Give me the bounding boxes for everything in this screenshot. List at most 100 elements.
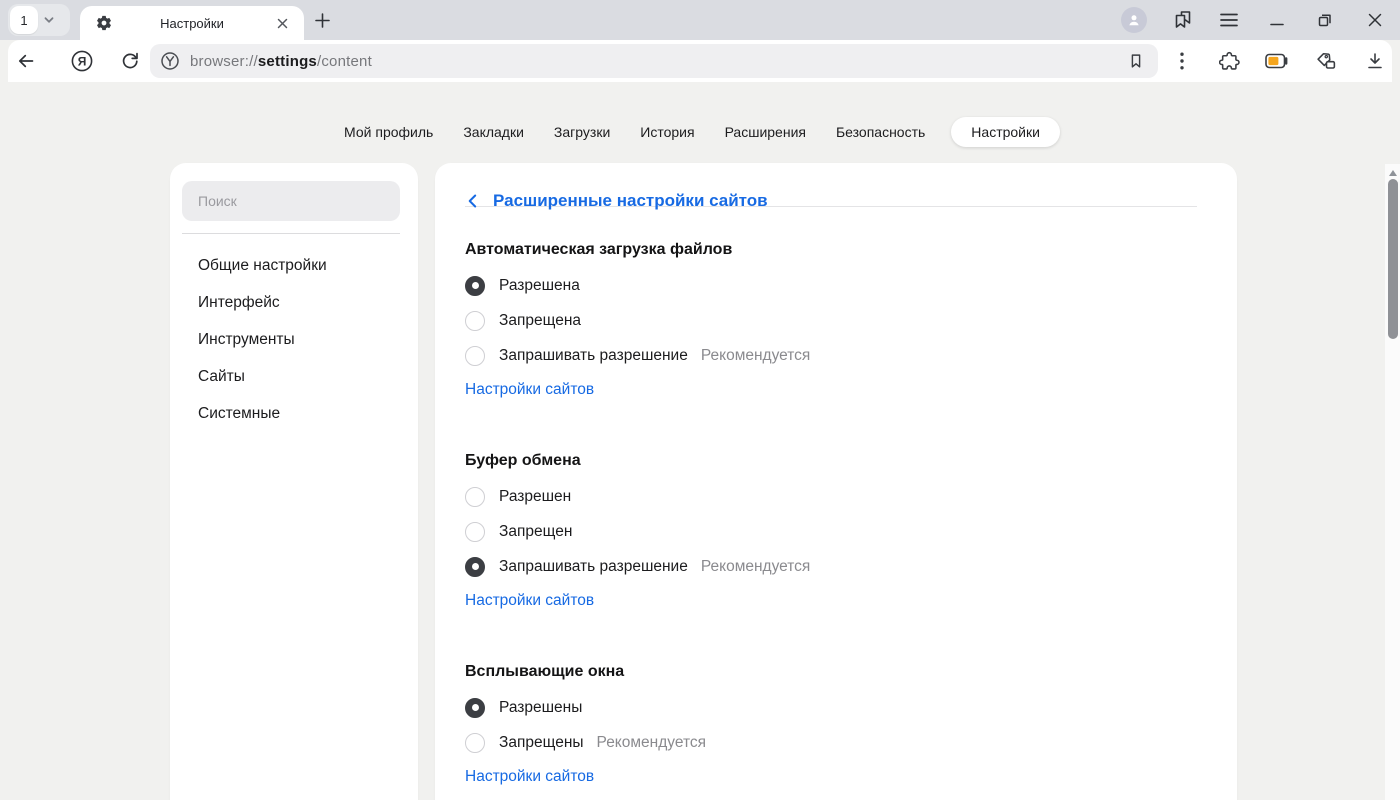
radio-selected-icon[interactable]: [465, 557, 485, 577]
sidebar-item-tools[interactable]: Инструменты: [198, 321, 418, 358]
nav-tab-extensions[interactable]: Расширения: [721, 117, 810, 147]
nav-tab-history[interactable]: История: [636, 117, 698, 147]
url-path: /content: [317, 53, 372, 70]
downloads-button[interactable]: [1361, 47, 1389, 75]
tab-close-button[interactable]: [272, 13, 292, 33]
address-bar[interactable]: browser://settings/content: [150, 44, 1158, 78]
radio-group: Разрешены Запрещены Рекомендуется: [465, 690, 1197, 760]
settings-nav: Мой профиль Закладки Загрузки История Ра…: [0, 117, 1400, 147]
page-scrollbar[interactable]: [1385, 164, 1400, 800]
sidebar-item-interface[interactable]: Интерфейс: [198, 284, 418, 321]
recommended-badge: Рекомендуется: [701, 558, 810, 576]
nav-tab-bookmarks[interactable]: Закладки: [459, 117, 528, 147]
nav-tab-security[interactable]: Безопасность: [832, 117, 929, 147]
section-title: Всплывающие окна: [465, 661, 1197, 683]
radio-unselected-icon[interactable]: [465, 733, 485, 753]
page-title[interactable]: Расширенные настройки сайтов: [493, 191, 768, 211]
radio-unselected-icon[interactable]: [465, 346, 485, 366]
url-host: settings: [258, 53, 317, 70]
radio-label: Запрещен: [499, 523, 572, 541]
radio-option[interactable]: Запрещены Рекомендуется: [465, 725, 1197, 760]
site-settings-link[interactable]: Настройки сайтов: [465, 380, 594, 400]
settings-sidebar: Общие настройки Интерфейс Инструменты Са…: [170, 163, 418, 800]
page-actions-button[interactable]: [1168, 47, 1196, 75]
back-button[interactable]: [12, 47, 40, 75]
tab-title: Настройки: [112, 16, 272, 31]
yandex-home-button[interactable]: Я: [68, 47, 96, 75]
chevron-down-icon: [41, 12, 57, 28]
extensions-button[interactable]: [1215, 47, 1243, 75]
radio-unselected-icon[interactable]: [465, 311, 485, 331]
nav-tab-profile[interactable]: Мой профиль: [340, 117, 437, 147]
nav-tab-settings[interactable]: Настройки: [951, 117, 1060, 147]
wallet-button[interactable]: [1312, 47, 1340, 75]
title-bar: 1 Настройки: [0, 0, 1400, 40]
radio-label: Запрашивать разрешение: [499, 558, 688, 576]
radio-option[interactable]: Запрещен: [465, 514, 1197, 549]
refresh-button[interactable]: [116, 47, 144, 75]
collections-button[interactable]: [1168, 6, 1196, 34]
section-auto-download: Автоматическая загрузка файлов Разрешена…: [465, 239, 1197, 400]
tab-counter-group: 1: [8, 4, 70, 36]
radio-group: Разрешена Запрещена Запрашивать разрешен…: [465, 268, 1197, 373]
tab-list-chevron-button[interactable]: [41, 12, 57, 28]
sidebar-item-sites[interactable]: Сайты: [198, 358, 418, 395]
chevron-left-icon: [465, 193, 481, 209]
gear-icon: [96, 15, 112, 31]
site-settings-link[interactable]: Настройки сайтов: [465, 767, 594, 787]
url-scheme: browser://: [190, 53, 258, 70]
radio-unselected-icon[interactable]: [465, 487, 485, 507]
add-bookmark-button[interactable]: [1122, 47, 1150, 75]
radio-selected-icon[interactable]: [465, 698, 485, 718]
radio-option[interactable]: Разрешен: [465, 479, 1197, 514]
browser-tab-settings[interactable]: Настройки: [80, 6, 304, 40]
settings-page: Мой профиль Закладки Загрузки История Ра…: [0, 82, 1400, 800]
settings-main-panel: Расширенные настройки сайтов Автоматичес…: [435, 163, 1237, 800]
section-popups: Всплывающие окна Разрешены Запрещены Рек…: [465, 661, 1197, 787]
battery-saver-button[interactable]: [1263, 47, 1291, 75]
tab-counter-value: 1: [20, 13, 27, 28]
radio-option[interactable]: Разрешены: [465, 690, 1197, 725]
navigation-toolbar: Я browser://settings/content: [8, 40, 1392, 82]
radio-label: Запрещены: [499, 734, 584, 752]
recommended-badge: Рекомендуется: [701, 347, 810, 365]
section-title: Автоматическая загрузка файлов: [465, 239, 1197, 261]
close-window-button[interactable]: [1361, 6, 1389, 34]
search-input[interactable]: [182, 181, 400, 221]
radio-label: Запрещена: [499, 312, 581, 330]
refresh-icon: [120, 51, 140, 71]
bookmarks-icon: [1171, 9, 1193, 31]
site-identity-icon[interactable]: [160, 51, 180, 71]
sidebar-divider: [182, 233, 400, 234]
restore-window-button[interactable]: [1311, 6, 1339, 34]
profile-avatar[interactable]: [1121, 7, 1147, 33]
radio-option[interactable]: Запрашивать разрешение Рекомендуется: [465, 338, 1197, 373]
tab-counter-button[interactable]: 1: [10, 6, 38, 34]
radio-option[interactable]: Запрашивать разрешение Рекомендуется: [465, 549, 1197, 584]
radio-selected-icon[interactable]: [465, 276, 485, 296]
sidebar-item-general[interactable]: Общие настройки: [198, 247, 418, 284]
scrollbar-thumb[interactable]: [1388, 179, 1398, 339]
puzzle-icon: [1219, 51, 1240, 72]
plus-icon: [314, 12, 331, 29]
minimize-icon: [1270, 13, 1284, 27]
new-tab-button[interactable]: [310, 8, 334, 32]
kebab-menu-icon: [1180, 52, 1184, 70]
menu-button[interactable]: [1215, 6, 1243, 34]
back-to-sites-button[interactable]: [465, 193, 481, 209]
scroll-up-arrow-icon[interactable]: [1389, 170, 1397, 176]
nav-tab-downloads[interactable]: Загрузки: [550, 117, 614, 147]
close-icon: [1368, 13, 1382, 27]
site-settings-link[interactable]: Настройки сайтов: [465, 591, 594, 611]
browser-window: 1 Настройки: [0, 0, 1400, 800]
tag-card-icon: [1316, 51, 1337, 72]
radio-group: Разрешен Запрещен Запрашивать разрешение…: [465, 479, 1197, 584]
back-arrow-icon: [16, 51, 36, 71]
sidebar-item-system[interactable]: Системные: [198, 395, 418, 432]
radio-option[interactable]: Запрещена: [465, 303, 1197, 338]
url-text: browser://settings/content: [190, 53, 372, 70]
radio-unselected-icon[interactable]: [465, 522, 485, 542]
radio-option[interactable]: Разрешена: [465, 268, 1197, 303]
minimize-button[interactable]: [1263, 6, 1291, 34]
section-clipboard: Буфер обмена Разрешен Запрещен Запрашива…: [465, 450, 1197, 611]
